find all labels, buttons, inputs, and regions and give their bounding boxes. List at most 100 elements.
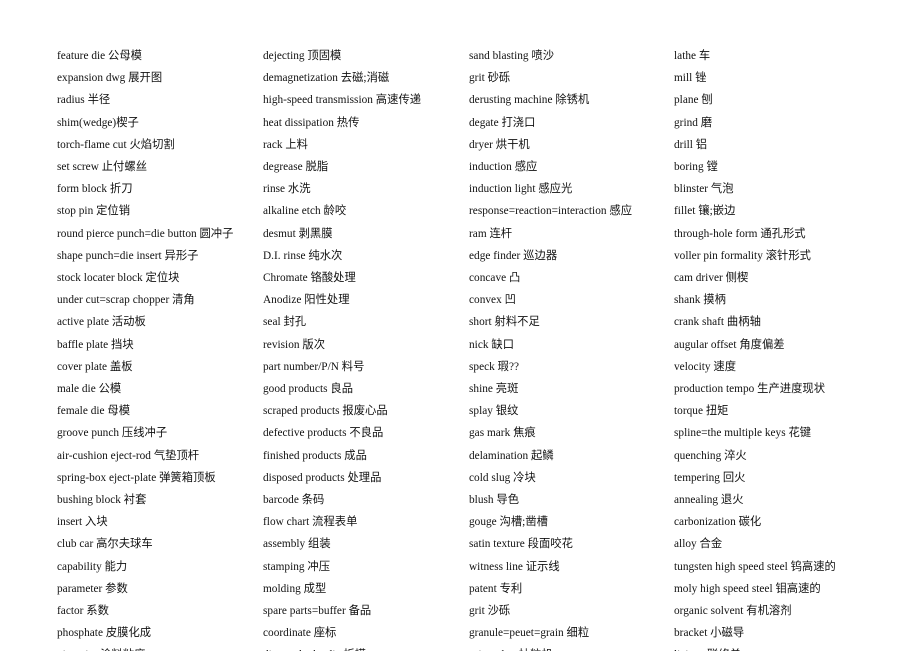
glossary-entry: induction 感应 [469,161,538,174]
glossary-entry: concave 凸 [469,272,521,285]
glossary-entry: bracket 小磁导 [674,627,745,640]
glossary-entry: ram 连杆 [469,227,513,240]
glossary-entry: through-hole form 通孔形式 [674,227,806,240]
glossary-entry: short 射料不足 [469,316,540,329]
glossary-entry: blush 导色 [469,494,520,507]
glossary-entry: seal 封孔 [263,316,307,329]
glossary-entry: patent 专利 [469,582,523,595]
glossary-entry: club car 高尔夫球车 [57,538,153,551]
glossary-entry: set screw 止付螺丝 [57,161,148,174]
glossary-entry: moly high speed steel 钼高速的 [674,582,821,595]
glossary-entry: shank 摸柄 [674,294,726,307]
glossary-entry: dismantle the die 折模 [263,644,469,651]
glossary-entry: gas mark 焦痕 [469,427,536,440]
glossary-entry: production tempo 生产进度现状 [674,383,826,396]
document-page: feature die 公母模 expansion dwg 展开图 radius 半… [0,0,920,651]
glossary-entry: sand blasting 喷沙 [469,50,555,62]
glossary-entry: finished products 成品 [263,449,367,462]
glossary-entry: alkaline etch 龄咬 [263,205,347,218]
glossary-entry: grit maker 抽粒机 [469,644,674,651]
glossary-entry: alloy 合金 [674,538,723,551]
glossary-entry: male die 公模 [57,383,122,396]
glossary-entry: desmut 剥黑膜 [263,227,333,240]
glossary-entry: satin texture 段面咬花 [469,538,573,551]
glossary-entry: heat dissipation 热传 [263,116,360,129]
glossary-entry: boring 镗 [674,161,718,174]
glossary-entry: dryer 烘干机 [469,138,530,151]
glossary-entry: velocity 速度 [674,360,737,373]
glossary-entry: grind 磨 [674,116,713,129]
glossary-entry: stock locater block 定位块 [57,272,180,285]
glossary-entry: active plate 活动板 [57,316,146,329]
glossary-entry: shape punch=die insert 异形子 [57,249,199,262]
glossary-entry: parameter 参数 [57,582,128,595]
glossary-entry: cover plate 盖板 [57,360,133,373]
glossary-entry: voller pin formality 滚针形式 [674,249,811,262]
glossary-entry: response=reaction=interaction 感应 [469,205,633,218]
glossary-entry: annealing 退火 [674,494,744,507]
glossary-entry: nick 缺口 [469,338,515,351]
glossary-entry: augular offset 角度偏差 [674,338,785,351]
glossary-entry: good products 良品 [263,383,354,396]
glossary-entry: part number/P/N 料号 [263,360,365,373]
glossary-entry: high-speed transmission 高速传递 [263,94,422,107]
glossary-entry: expansion dwg 展开图 [57,72,163,85]
glossary-entry: drill 铝 [674,138,708,151]
glossary-entry: bushing block 衬套 [57,494,147,507]
glossary-columns: feature die 公母模 expansion dwg 展开图 radius 半… [57,45,902,651]
glossary-entry: stop pin 定位销 [57,205,131,218]
glossary-entry: spline=the multiple keys 花键 [674,427,812,440]
glossary-entry: quenching 淬火 [674,449,747,462]
glossary-entry: speck 瑕?? [469,360,520,373]
glossary-entry: torch-flame cut 火焰切割 [57,138,175,151]
glossary-entry: convex 凹 [469,294,516,307]
glossary-entry: groove punch 压线冲子 [57,427,168,440]
glossary-entry: splay 银纹 [469,405,519,418]
glossary-entry: rack 上料 [263,138,308,151]
glossary-entry: delamination 起鳞 [469,449,554,462]
glossary-entry: derusting machine 除锈机 [469,94,590,107]
glossary-entry: under cut=scrap chopper 清角 [57,294,195,307]
glossary-entry: molding 成型 [263,582,327,595]
glossary-entry: female die 母模 [57,405,131,418]
glossary-entry: stamping 冲压 [263,560,331,573]
glossary-entry: cam driver 侧楔 [674,272,749,285]
glossary-entry: granule=peuet=grain 细粒 [469,627,590,640]
glossary-entry: plane 刨 [674,94,713,107]
glossary-entry: Anodize 阳性处理 [263,294,350,307]
glossary-entry: spring-box eject-plate 弹簧箱顶板 [57,471,216,484]
glossary-entry: Chromate 铬酸处理 [263,272,356,285]
glossary-entry: demagnetization 去磁;消磁 [263,72,390,85]
glossary-entry: induction light 感应光 [469,183,573,196]
glossary-entry: degrease 脱脂 [263,161,329,174]
glossary-entry: blinster 气泡 [674,183,734,196]
glossary-entry: round pierce punch=die button 圆冲子 [57,227,234,240]
glossary-entry: form block 折刀 [57,183,133,196]
glossary-entry: tempering 回火 [674,471,746,484]
glossary-entry: liaison 联络单 [674,644,902,651]
glossary-column-2: dejecting 顶固模 demagnetization 去磁;消磁 high-s… [263,45,469,651]
glossary-entry: scraped products 报废心品 [263,405,388,418]
glossary-entry: phosphate 皮膜化成 [57,627,152,640]
glossary-entry: feature die 公母模 [57,50,142,62]
glossary-entry: tungsten high speed steel 钨高速的 [674,560,836,573]
glossary-entry: capability 能力 [57,560,128,573]
glossary-entry: degate 打浇口 [469,116,536,129]
glossary-entry: shine 亮斑 [469,383,519,396]
glossary-entry: factor 系数 [57,605,109,618]
glossary-entry: torque 扭矩 [674,405,729,418]
glossary-entry: air-cushion eject-rod 气垫顶杆 [57,449,200,462]
glossary-entry: carbonization 碳化 [674,516,762,529]
glossary-entry: spare parts=buffer 备品 [263,605,372,618]
glossary-entry: cold slug 冷块 [469,471,536,484]
glossary-entry: viscosity 涂料粘度 [57,644,263,651]
glossary-entry: dejecting 顶固模 [263,50,342,62]
glossary-entry: disposed products 处理品 [263,471,382,484]
glossary-entry: barcode 条码 [263,494,325,507]
glossary-entry: flow chart 流程表单 [263,516,358,529]
glossary-entry: fillet 镶;嵌边 [674,205,736,218]
glossary-entry: insert 入块 [57,516,108,529]
glossary-column-3: sand blasting 喷沙 grit 砂砾 derusting machine… [469,45,674,651]
glossary-entry: radius 半径 [57,94,111,107]
glossary-entry: grit 沙砾 [469,605,511,618]
